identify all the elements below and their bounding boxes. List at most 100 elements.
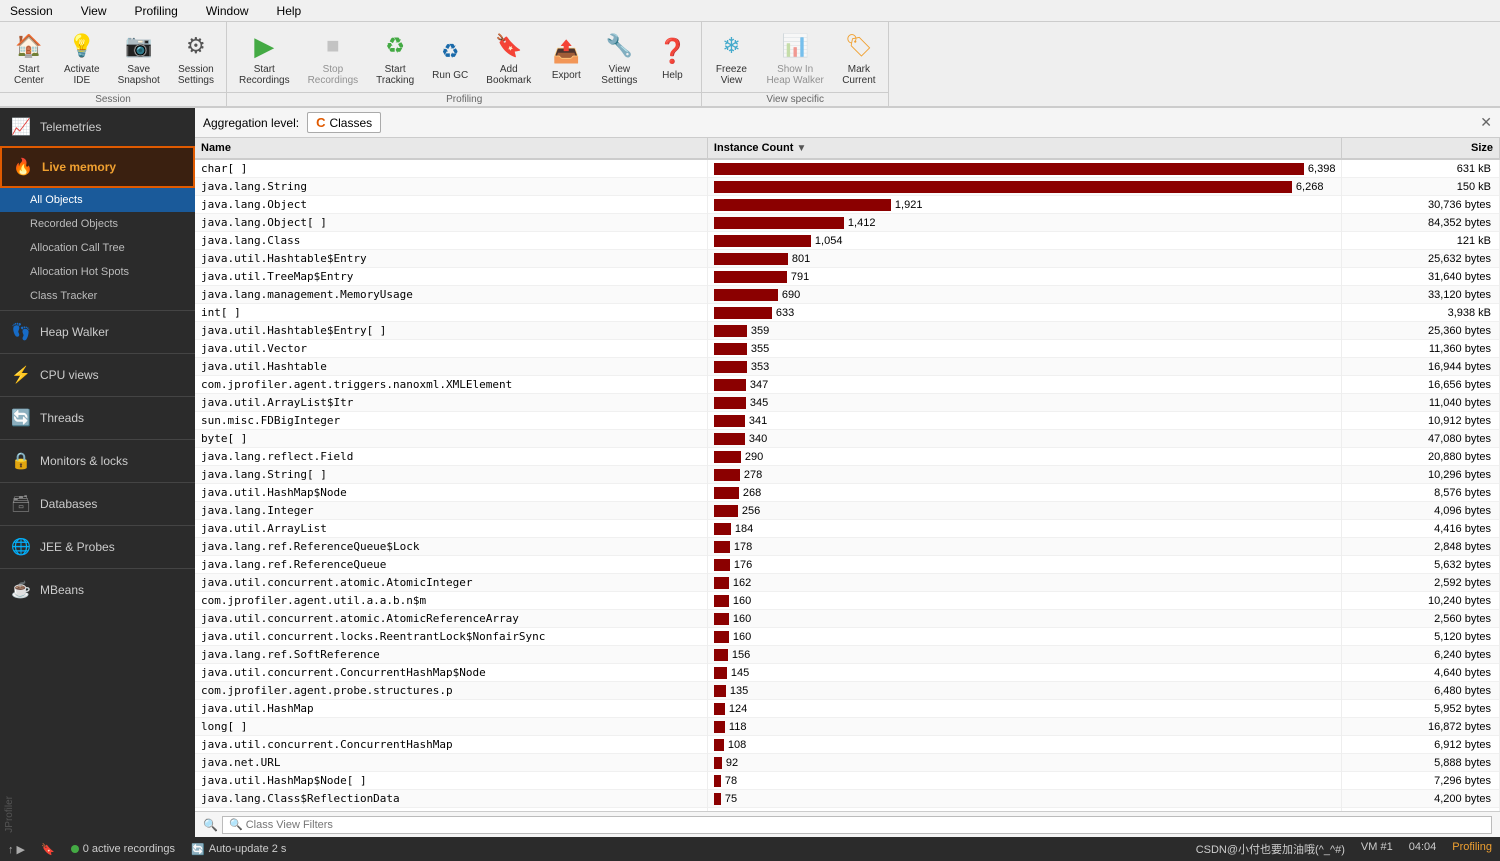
start-tracking-button[interactable]: ♻ StartTracking: [368, 26, 422, 90]
run-gc-button[interactable]: ♻ Run GC: [424, 26, 476, 90]
sidebar-item-allocation-call-tree[interactable]: Allocation Call Tree: [0, 236, 195, 260]
row-size: 16,656 bytes: [1342, 376, 1500, 394]
sidebar-item-all-objects[interactable]: All Objects: [0, 188, 195, 212]
table-row[interactable]: java.util.Vector35511,360 bytes: [195, 340, 1500, 358]
table-row[interactable]: sun.misc.FDBigInteger34110,912 bytes: [195, 412, 1500, 430]
table-row[interactable]: java.lang.ref.SoftReference1566,240 byte…: [195, 646, 1500, 664]
table-row[interactable]: java.lang.Integer2564,096 bytes: [195, 502, 1500, 520]
sidebar-item-threads[interactable]: 🔄 Threads: [0, 399, 195, 437]
size-column-header[interactable]: Size: [1342, 138, 1500, 159]
count-label: 124: [729, 703, 747, 715]
add-bookmark-button[interactable]: 🔖 AddBookmark: [478, 26, 539, 90]
row-name: java.util.ArrayList: [195, 520, 707, 538]
sidebar-item-recorded-objects[interactable]: Recorded Objects: [0, 212, 195, 236]
row-size: 6,480 bytes: [1342, 682, 1500, 700]
sidebar-item-jee-probes[interactable]: 🌐 JEE & Probes: [0, 528, 195, 566]
table-row[interactable]: java.util.HashMap$Node[ ]787,296 bytes: [195, 772, 1500, 790]
table-row[interactable]: java.util.concurrent.ConcurrentHashMap10…: [195, 736, 1500, 754]
auto-update-label: Auto-update 2 s: [209, 843, 287, 855]
table-row[interactable]: java.util.concurrent.ConcurrentHashMap$N…: [195, 664, 1500, 682]
table-row[interactable]: java.util.concurrent.atomic.AtomicRefere…: [195, 610, 1500, 628]
table-row[interactable]: java.util.concurrent.atomic.AtomicIntege…: [195, 574, 1500, 592]
stop-recordings-button[interactable]: ⏹ StopRecordings: [300, 26, 367, 90]
close-button[interactable]: ✕: [1480, 114, 1492, 131]
sidebar-item-monitors-locks[interactable]: 🔒 Monitors & locks: [0, 442, 195, 480]
row-size: 10,240 bytes: [1342, 592, 1500, 610]
name-column-header[interactable]: Name: [195, 138, 707, 159]
count-label: 353: [751, 361, 769, 373]
table-row[interactable]: java.util.TreeMap$Entry79131,640 bytes: [195, 268, 1500, 286]
save-snapshot-button[interactable]: 📷 SaveSnapshot: [110, 26, 168, 90]
row-name: java.util.concurrent.ConcurrentHashMap$N…: [195, 664, 707, 682]
sidebar-item-heap-walker[interactable]: 👣 Heap Walker: [0, 313, 195, 351]
table-row[interactable]: java.lang.Object1,92130,736 bytes: [195, 196, 1500, 214]
table-row[interactable]: java.lang.ref.ReferenceQueue$Lock1782,84…: [195, 538, 1500, 556]
row-size: 11,360 bytes: [1342, 340, 1500, 358]
table-row[interactable]: java.lang.Object[ ]1,41284,352 bytes: [195, 214, 1500, 232]
row-name: java.util.TreeMap$Entry: [195, 268, 707, 286]
table-row[interactable]: java.util.ArrayList1844,416 bytes: [195, 520, 1500, 538]
monitors-locks-label: Monitors & locks: [40, 454, 128, 468]
menu-help[interactable]: Help: [271, 2, 308, 20]
aggregation-value[interactable]: C Classes: [307, 112, 381, 133]
table-row[interactable]: java.net.URL925,888 bytes: [195, 754, 1500, 772]
count-label: 156: [732, 649, 750, 661]
filter-search-icon: 🔍: [203, 818, 218, 832]
sidebar-item-allocation-hot-spots[interactable]: Allocation Hot Spots: [0, 260, 195, 284]
table-row[interactable]: java.lang.Class$ReflectionData754,200 by…: [195, 790, 1500, 808]
session-settings-button[interactable]: ⚙ SessionSettings: [170, 26, 222, 90]
mark-current-button[interactable]: 🏷 MarkCurrent: [834, 26, 884, 90]
sidebar-item-mbeans[interactable]: ☕ MBeans: [0, 571, 195, 609]
sidebar-item-databases[interactable]: 🗃 Databases: [0, 485, 195, 523]
instance-count-column-header[interactable]: Instance Count ▼: [707, 138, 1342, 159]
start-recordings-button[interactable]: ▶ StartRecordings: [231, 26, 298, 90]
menu-window[interactable]: Window: [200, 2, 255, 20]
count-label: 359: [751, 325, 769, 337]
table-row[interactable]: java.lang.management.MemoryUsage69033,12…: [195, 286, 1500, 304]
sidebar-item-cpu-views[interactable]: ⚡ CPU views: [0, 356, 195, 394]
activate-ide-button[interactable]: 💡 ActivateIDE: [56, 26, 108, 90]
row-count: 341: [707, 412, 1342, 430]
menu-profiling[interactable]: Profiling: [129, 2, 184, 20]
help-button[interactable]: ❓ Help: [647, 26, 697, 90]
show-heap-walker-button[interactable]: 📊 Show InHeap Walker: [758, 26, 831, 90]
table-row[interactable]: java.util.Hashtable$Entry[ ]35925,360 by…: [195, 322, 1500, 340]
table-row[interactable]: java.util.ArrayList$Itr34511,040 bytes: [195, 394, 1500, 412]
sidebar-item-live-memory[interactable]: 🔥 Live memory: [0, 146, 195, 188]
status-auto-update: 🔄 Auto-update 2 s: [191, 843, 286, 856]
menu-view[interactable]: View: [75, 2, 113, 20]
view-settings-button[interactable]: 🔧 ViewSettings: [593, 26, 645, 90]
table-row[interactable]: java.lang.reflect.Field29020,880 bytes: [195, 448, 1500, 466]
row-count: 290: [707, 448, 1342, 466]
table-row[interactable]: byte[ ]34047,080 bytes: [195, 430, 1500, 448]
sidebar-item-telemetries[interactable]: 📈 Telemetries: [0, 108, 195, 146]
filter-input[interactable]: [222, 816, 1492, 834]
start-center-button[interactable]: 🏠 StartCenter: [4, 26, 54, 90]
table-row[interactable]: java.util.Hashtable$Entry80125,632 bytes: [195, 250, 1500, 268]
table-row[interactable]: java.util.Hashtable35316,944 bytes: [195, 358, 1500, 376]
table-row[interactable]: java.util.HashMap$Node2688,576 bytes: [195, 484, 1500, 502]
table-row[interactable]: com.jprofiler.agent.util.a.a.b.n$m16010,…: [195, 592, 1500, 610]
table-row[interactable]: java.lang.String[ ]27810,296 bytes: [195, 466, 1500, 484]
instance-bar: [714, 343, 747, 355]
table-row[interactable]: java.lang.Class1,054121 kB: [195, 232, 1500, 250]
data-table[interactable]: Name Instance Count ▼ Size char[ ]6,3986…: [195, 138, 1500, 811]
row-size: 25,360 bytes: [1342, 322, 1500, 340]
export-button[interactable]: 📤 Export: [541, 26, 591, 90]
count-label: 6,398: [1308, 163, 1336, 175]
row-size: 8,576 bytes: [1342, 484, 1500, 502]
row-name: java.util.HashMap$Node[ ]: [195, 772, 707, 790]
table-row[interactable]: com.jprofiler.agent.probe.structures.p13…: [195, 682, 1500, 700]
table-row[interactable]: char[ ]6,398631 kB: [195, 159, 1500, 178]
sidebar-item-class-tracker[interactable]: Class Tracker: [0, 284, 195, 308]
table-row[interactable]: java.lang.ref.ReferenceQueue1765,632 byt…: [195, 556, 1500, 574]
table-row[interactable]: java.lang.String6,268150 kB: [195, 178, 1500, 196]
table-row[interactable]: com.jprofiler.agent.triggers.nanoxml.XML…: [195, 376, 1500, 394]
table-row[interactable]: java.util.HashMap1245,952 bytes: [195, 700, 1500, 718]
menu-session[interactable]: Session: [4, 2, 59, 20]
freeze-view-button[interactable]: ❄ FreezeView: [706, 26, 756, 90]
table-row[interactable]: java.util.concurrent.locks.ReentrantLock…: [195, 628, 1500, 646]
table-row[interactable]: int[ ]6333,938 kB: [195, 304, 1500, 322]
status-vm: VM #1: [1361, 841, 1393, 857]
table-row[interactable]: long[ ]11816,872 bytes: [195, 718, 1500, 736]
